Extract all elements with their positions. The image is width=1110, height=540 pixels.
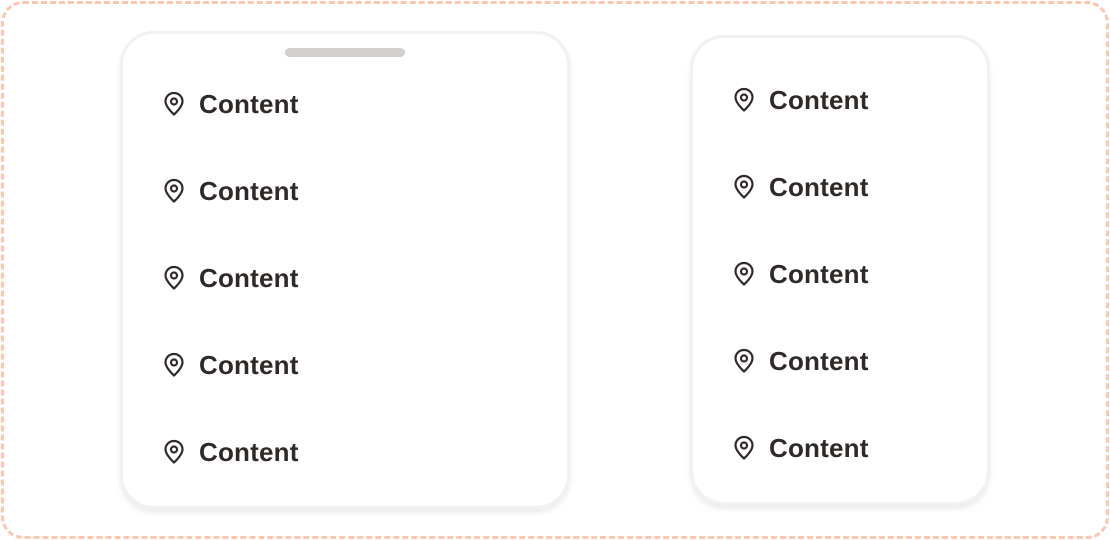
location-pin-icon bbox=[163, 178, 185, 204]
location-pin-icon bbox=[733, 261, 755, 287]
list-item-label: Content bbox=[769, 432, 869, 463]
list-item-label: Content bbox=[199, 175, 299, 206]
location-pin-icon bbox=[733, 174, 755, 200]
bottom-sheet: Content Content Content Content Content bbox=[120, 31, 570, 509]
list-item-label: Content bbox=[199, 88, 299, 119]
location-pin-icon bbox=[163, 91, 185, 117]
location-pin-icon bbox=[163, 265, 185, 291]
list-item-label: Content bbox=[199, 349, 299, 380]
canvas: Content Content Content Content Content bbox=[0, 0, 1110, 540]
list-item-label: Content bbox=[199, 436, 299, 467]
list-item[interactable]: Content bbox=[733, 346, 869, 376]
location-pin-icon bbox=[163, 439, 185, 465]
list-item-label: Content bbox=[199, 262, 299, 293]
menu-card: Content Content Content Content Content bbox=[690, 35, 990, 505]
list-item[interactable]: Content bbox=[733, 172, 869, 202]
location-pin-icon bbox=[733, 348, 755, 374]
list-item[interactable]: Content bbox=[733, 259, 869, 289]
list-item[interactable]: Content bbox=[733, 85, 869, 115]
location-pin-icon bbox=[733, 435, 755, 461]
location-pin-icon bbox=[733, 87, 755, 113]
list-item[interactable]: Content bbox=[733, 433, 869, 463]
list-item-label: Content bbox=[769, 258, 869, 289]
list-item[interactable]: Content bbox=[163, 263, 299, 293]
list-item[interactable]: Content bbox=[163, 89, 299, 119]
list-item[interactable]: Content bbox=[163, 437, 299, 467]
list-item-label: Content bbox=[769, 84, 869, 115]
list-item-label: Content bbox=[769, 171, 869, 202]
list-item[interactable]: Content bbox=[163, 350, 299, 380]
list-item-label: Content bbox=[769, 345, 869, 376]
list-item[interactable]: Content bbox=[163, 176, 299, 206]
drag-handle[interactable] bbox=[285, 48, 405, 57]
location-pin-icon bbox=[163, 352, 185, 378]
